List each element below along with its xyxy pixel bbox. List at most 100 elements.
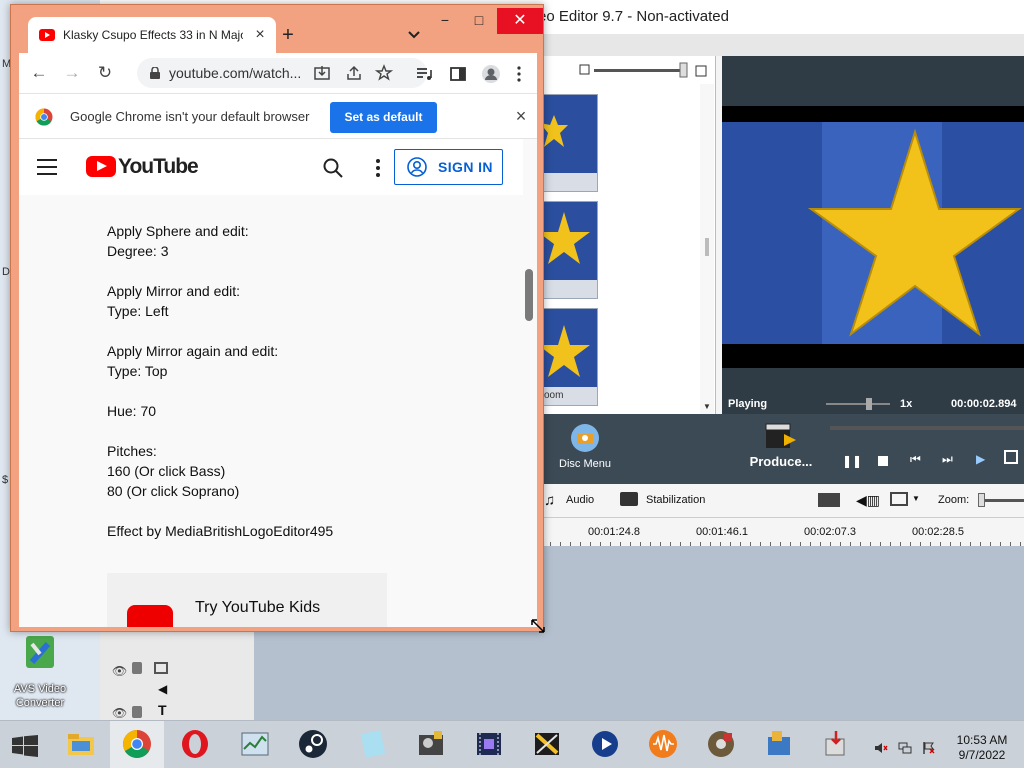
next-frame-icon[interactable]: ⏭	[942, 452, 953, 467]
audio-settings-icon[interactable]: ◀▥	[856, 492, 880, 509]
ruler-tick-label: 00:02:07.3	[804, 526, 856, 538]
browser-tab[interactable]: Klasky Csupo Effects 33 in N Major ×	[28, 17, 276, 53]
fullscreen-icon[interactable]	[1004, 450, 1018, 464]
audio-button[interactable]: Audio	[566, 494, 594, 506]
eye-icon[interactable]: 👁	[112, 664, 127, 678]
disc-menu-button[interactable]: Disc Menu	[554, 422, 616, 478]
taskbar-audio-editor[interactable]	[636, 721, 690, 768]
close-window-button[interactable]: ✕	[497, 8, 543, 34]
desktop-edge-glyph: $	[2, 474, 9, 486]
more-options-icon[interactable]	[373, 157, 383, 179]
address-bar[interactable]: youtube.com/watch...	[137, 58, 427, 88]
stop-icon[interactable]	[878, 456, 888, 466]
start-button[interactable]	[0, 721, 54, 768]
tab-search-chevron-icon[interactable]	[404, 25, 424, 45]
install-app-icon[interactable]	[313, 64, 331, 82]
sign-in-label: SIGN IN	[438, 159, 493, 175]
side-panel-icon[interactable]	[449, 65, 467, 83]
star-preview-frame	[722, 122, 1024, 368]
youtube-logo-icon[interactable]	[86, 156, 116, 177]
lock-icon[interactable]	[132, 706, 142, 718]
produce-label: Produce...	[749, 454, 813, 469]
new-tab-button[interactable]: +	[277, 25, 299, 47]
youtube-wordmark[interactable]: YouTube	[118, 155, 199, 179]
maximize-button[interactable]: □	[463, 9, 495, 31]
description-line: 80 (Or click Soprano)	[107, 483, 240, 499]
play-selection-icon[interactable]: ▶	[976, 452, 985, 466]
taskbar-setup[interactable]	[810, 721, 864, 768]
flag-notification-icon[interactable]	[922, 741, 936, 755]
previous-frame-icon[interactable]: ⏮	[910, 452, 921, 467]
folder-icon	[68, 734, 94, 755]
clock-date: 9/7/2022	[958, 748, 1006, 762]
infobar-close-icon[interactable]: ×	[511, 106, 531, 126]
zoom-slider[interactable]	[978, 493, 1024, 507]
infobar-message: Google Chrome isn't your default browser	[70, 109, 310, 124]
hamburger-menu-icon[interactable]	[37, 159, 57, 175]
taskbar-avs-video-editor[interactable]	[520, 721, 574, 768]
desktop-icon-avs-video-converter[interactable]: AVS Video Converter	[4, 632, 76, 710]
share-icon[interactable]	[345, 64, 363, 82]
system-clock[interactable]: 10:53 AM 9/7/2022	[950, 733, 1014, 763]
library-thumbnail[interactable]	[541, 201, 598, 299]
media-controls-icon[interactable]	[415, 65, 433, 83]
kebab-menu-icon[interactable]	[515, 65, 523, 83]
playback-speed[interactable]: 1x	[900, 398, 912, 410]
search-icon[interactable]	[322, 157, 344, 179]
taskbar-file-explorer[interactable]	[54, 721, 108, 768]
chrome-logo-icon	[35, 108, 53, 126]
back-arrow-icon[interactable]: ←	[27, 61, 51, 85]
profile-avatar-icon[interactable]	[481, 64, 501, 84]
avs-main-toolbar: Disc Menu Produce... ❚❚ ⏮ ⏭ ▶	[540, 414, 1024, 484]
produce-button[interactable]: Produce...	[748, 420, 814, 476]
reload-icon[interactable]: ↻	[93, 61, 117, 85]
youtube-kids-promo[interactable]: Try YouTube Kids	[107, 573, 387, 627]
volume-muted-icon[interactable]	[874, 741, 888, 755]
music-note-icon: ♫	[544, 492, 556, 509]
taskbar-media-converter[interactable]	[694, 721, 748, 768]
taskbar-photo-app[interactable]	[752, 721, 806, 768]
library-scrollbar[interactable]: ▼	[700, 84, 714, 414]
playback-time: 00:00:02.894	[951, 398, 1017, 410]
default-browser-infobar: Google Chrome isn't your default browser…	[19, 93, 537, 139]
stabilization-icon	[620, 492, 638, 506]
taskbar-opera[interactable]	[168, 721, 222, 768]
network-icon[interactable]	[898, 741, 912, 755]
sign-in-button[interactable]: SIGN IN	[394, 149, 503, 185]
clips-icon[interactable]	[154, 662, 168, 674]
video-description: Apply Sphere and edit: Degree: 3 Apply M…	[107, 221, 487, 561]
avs-top-strip	[540, 34, 1024, 56]
library-thumbnail[interactable]	[541, 94, 598, 192]
library-zoom-slider[interactable]	[578, 60, 718, 84]
desktop-edge-glyph: D	[2, 266, 10, 278]
taskbar-task-manager[interactable]	[228, 721, 282, 768]
page-scrollbar-thumb[interactable]	[525, 269, 533, 321]
description-paragraph: Effect by MediaBritishLogoEditor495	[107, 521, 487, 541]
lock-icon[interactable]	[132, 662, 142, 674]
description-line: Apply Sphere and edit:	[107, 223, 249, 239]
library-thumbnail[interactable]: oom	[541, 308, 598, 406]
volume-slider[interactable]	[826, 398, 890, 410]
taskbar-movie-maker[interactable]	[404, 721, 458, 768]
taskbar-notepad[interactable]	[346, 721, 400, 768]
taskbar-chrome[interactable]	[110, 721, 164, 768]
pause-icon[interactable]: ❚❚	[842, 454, 862, 468]
taskbar-steam[interactable]	[286, 721, 340, 768]
tab-close-icon[interactable]: ×	[250, 25, 270, 45]
snapshot-icon[interactable]	[818, 493, 840, 507]
text-track-icon[interactable]: T	[158, 702, 167, 718]
eye-icon[interactable]: 👁	[112, 706, 127, 720]
windows-logo-icon	[12, 735, 38, 757]
desktop-icon-label: AVS Video	[13, 683, 67, 695]
play-circle-icon	[592, 731, 618, 757]
taskbar-video-editor[interactable]	[462, 721, 516, 768]
set-as-default-button[interactable]: Set as default	[330, 102, 437, 133]
monitor-icon[interactable]	[890, 492, 908, 506]
speaker-icon[interactable]: ◀	[158, 682, 167, 696]
taskbar-media-player[interactable]	[578, 721, 632, 768]
minimize-button[interactable]: −	[429, 9, 461, 31]
chevron-down-icon[interactable]: ▼	[912, 494, 920, 503]
stabilization-button[interactable]: Stabilization	[646, 494, 705, 506]
forward-arrow-icon[interactable]: →	[60, 61, 84, 85]
bookmark-star-icon[interactable]	[375, 64, 393, 82]
